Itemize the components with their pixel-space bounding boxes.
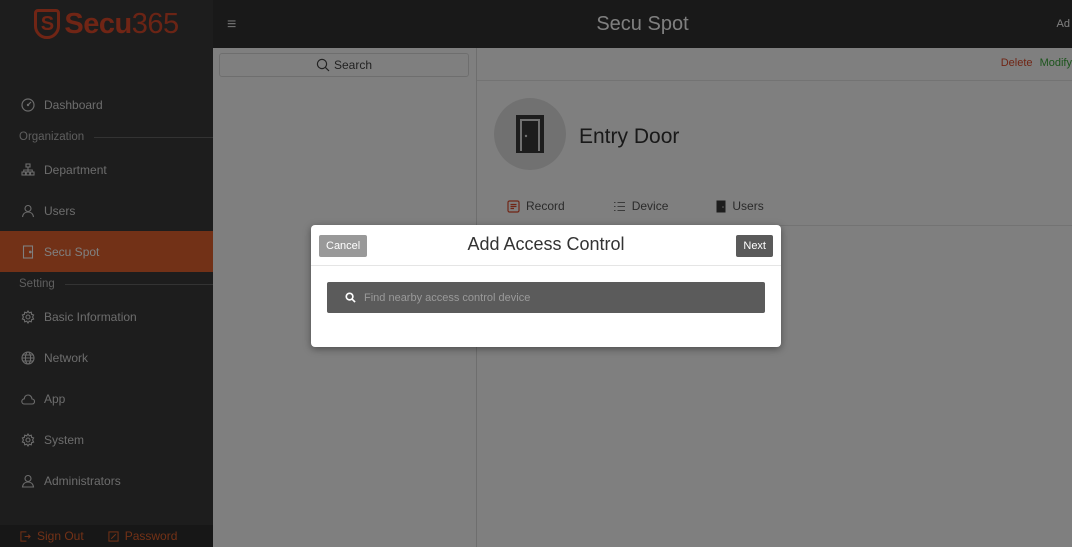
device-search-input[interactable] <box>364 291 744 304</box>
device-search-bar[interactable] <box>327 282 765 313</box>
dialog-divider <box>311 265 781 266</box>
add-access-control-dialog: Cancel Add Access Control Next <box>311 225 781 347</box>
search-icon <box>345 292 356 303</box>
next-button[interactable]: Next <box>736 235 773 257</box>
dialog-title: Add Access Control <box>467 234 625 254</box>
